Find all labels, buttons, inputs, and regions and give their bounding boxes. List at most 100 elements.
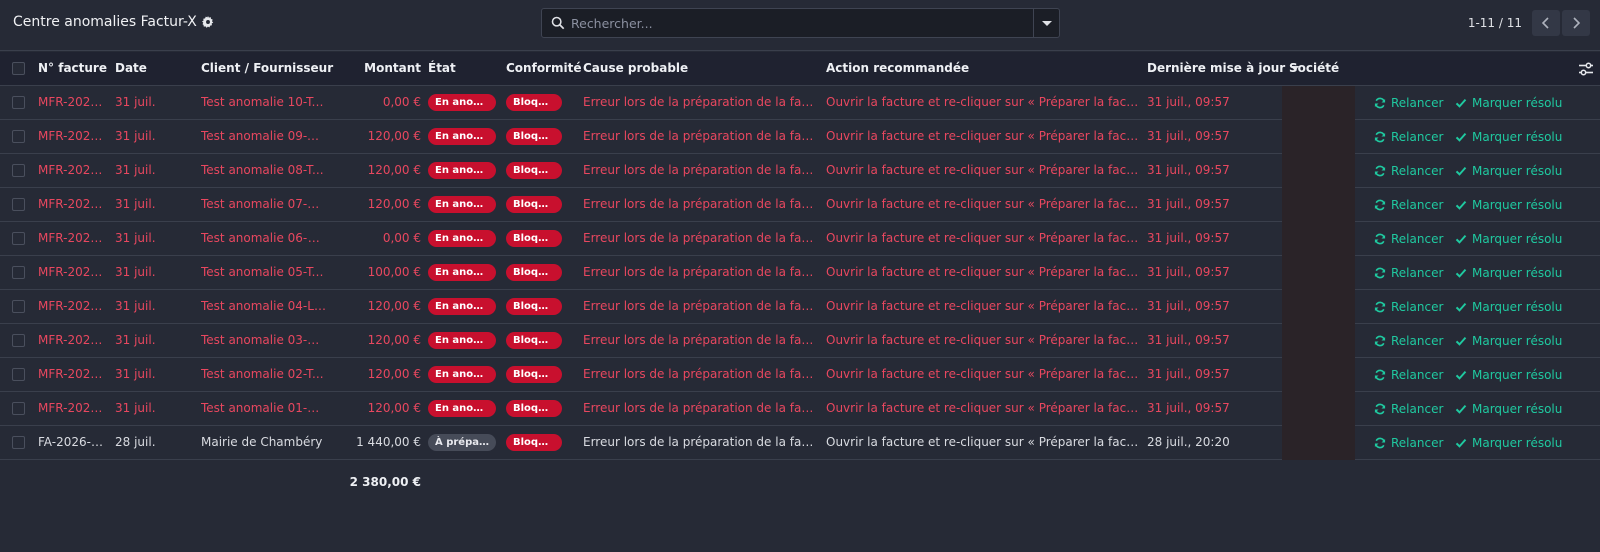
control-panel: Centre anomalies Factur-X 1-11 / 11 <box>0 0 1600 51</box>
column-company[interactable]: Société <box>1289 52 1339 86</box>
column-last-update[interactable]: Dernière mise à jour <box>1147 52 1300 86</box>
relancer-button[interactable]: Relancer <box>1374 256 1443 290</box>
partner-name: Test anomalie 02-T... <box>201 367 324 381</box>
invoice-date: 28 juil. <box>115 435 156 449</box>
mark-resolved-button[interactable]: Marquer résolu <box>1455 154 1562 188</box>
company-cell <box>1282 154 1355 188</box>
caret-down-icon <box>1041 20 1052 26</box>
pager-previous-button[interactable] <box>1532 10 1560 36</box>
relancer-button[interactable]: Relancer <box>1374 188 1443 222</box>
select-all-checkbox[interactable] <box>12 62 25 75</box>
table-row[interactable]: MFR-2026... 31 juil. Test anomalie 05-Ta..… <box>0 256 1600 290</box>
row-checkbox[interactable] <box>12 198 25 211</box>
recommended-action: Ouvrir la facture et re-cliquer sur « Pr… <box>826 299 1140 313</box>
row-checkbox[interactable] <box>12 368 25 381</box>
invoice-number: MFR-2026... <box>38 401 108 415</box>
relancer-label: Relancer <box>1391 299 1444 314</box>
relancer-button[interactable]: Relancer <box>1374 290 1443 324</box>
compliance-badge: Bloquée <box>506 94 562 111</box>
table-row[interactable]: MFR-2026... 31 juil. Test anomalie 08-T...… <box>0 154 1600 188</box>
column-amount[interactable]: Montant <box>340 52 421 86</box>
relancer-button[interactable]: Relancer <box>1374 222 1443 256</box>
invoice-amount: 120,00 € <box>367 197 421 211</box>
partner-name: Test anomalie 03-E... <box>201 333 326 347</box>
state-badge: À préparer <box>428 434 496 451</box>
mark-resolved-button[interactable]: Marquer résolu <box>1455 290 1562 324</box>
gear-icon[interactable] <box>201 16 214 28</box>
table-row[interactable]: MFR-2026... 31 juil. Test anomalie 04-Li..… <box>0 290 1600 324</box>
relancer-button[interactable]: Relancer <box>1374 120 1443 154</box>
column-action[interactable]: Action recommandée <box>826 52 969 86</box>
last-update: 31 juil., 09:57 <box>1147 95 1230 109</box>
relancer-button[interactable]: Relancer <box>1374 324 1443 358</box>
row-checkbox[interactable] <box>12 96 25 109</box>
column-compliance[interactable]: Conformité <box>506 52 581 86</box>
relancer-button[interactable]: Relancer <box>1374 358 1443 392</box>
mark-resolved-button[interactable]: Marquer résolu <box>1455 188 1562 222</box>
row-checkbox[interactable] <box>12 164 25 177</box>
column-cause[interactable]: Cause probable <box>583 52 688 86</box>
table-row[interactable]: MFR-2026... 31 juil. Test anomalie 01-SI..… <box>0 392 1600 426</box>
invoice-amount: 0,00 € <box>382 231 421 245</box>
table-row[interactable]: MFR-2026... 31 juil. Test anomalie 02-T...… <box>0 358 1600 392</box>
mark-resolved-button[interactable]: Marquer résolu <box>1455 120 1562 154</box>
relancer-label: Relancer <box>1391 95 1444 110</box>
mark-resolved-button[interactable]: Marquer résolu <box>1455 426 1562 460</box>
recommended-action: Ouvrir la facture et re-cliquer sur « Pr… <box>826 129 1140 143</box>
invoice-amount: 120,00 € <box>367 129 421 143</box>
search-options-toggle[interactable] <box>1033 9 1059 37</box>
row-checkbox[interactable] <box>12 130 25 143</box>
column-date[interactable]: Date <box>115 52 147 86</box>
refresh-icon <box>1374 199 1386 211</box>
mark-resolved-button[interactable]: Marquer résolu <box>1455 86 1562 120</box>
probable-cause: Erreur lors de la préparation de la fact… <box>583 333 819 347</box>
row-checkbox[interactable] <box>12 436 25 449</box>
relancer-button[interactable]: Relancer <box>1374 392 1443 426</box>
mark-resolved-button[interactable]: Marquer résolu <box>1455 256 1562 290</box>
table-row[interactable]: MFR-2026... 31 juil. Test anomalie 09-A...… <box>0 120 1600 154</box>
mark-resolved-label: Marquer résolu <box>1472 129 1563 144</box>
relancer-button[interactable]: Relancer <box>1374 426 1443 460</box>
refresh-icon <box>1374 437 1386 449</box>
last-update: 31 juil., 09:57 <box>1147 129 1230 143</box>
column-invoice-number[interactable]: N° facture <box>38 52 107 86</box>
search-input[interactable] <box>565 9 1033 37</box>
row-checkbox[interactable] <box>12 402 25 415</box>
row-checkbox[interactable] <box>12 266 25 279</box>
pager-value[interactable]: 1-11 / 11 <box>1468 16 1522 30</box>
search-bar <box>541 8 1060 38</box>
invoice-date: 31 juil. <box>115 95 156 109</box>
check-icon <box>1455 370 1467 380</box>
mark-resolved-button[interactable]: Marquer résolu <box>1455 358 1562 392</box>
company-cell <box>1282 324 1355 358</box>
mark-resolved-label: Marquer résolu <box>1472 367 1563 382</box>
mark-resolved-label: Marquer résolu <box>1472 401 1563 416</box>
row-checkbox[interactable] <box>12 300 25 313</box>
relancer-button[interactable]: Relancer <box>1374 86 1443 120</box>
refresh-icon <box>1374 233 1386 245</box>
company-cell <box>1282 188 1355 222</box>
check-icon <box>1455 438 1467 448</box>
relancer-label: Relancer <box>1391 333 1444 348</box>
table-row[interactable]: MFR-2026... 31 juil. Test anomalie 03-E...… <box>0 324 1600 358</box>
table-row[interactable]: MFR-2026... 31 juil. Test anomalie 10-To..… <box>0 86 1600 120</box>
table-row[interactable]: MFR-2026... 31 juil. Test anomalie 06-Q...… <box>0 222 1600 256</box>
state-badge: En anom... <box>428 264 496 281</box>
table-row[interactable]: FA-2026-0... 28 juil. Mairie de Chambéry 1 … <box>0 426 1600 460</box>
row-checkbox[interactable] <box>12 232 25 245</box>
mark-resolved-button[interactable]: Marquer résolu <box>1455 392 1562 426</box>
invoice-date: 31 juil. <box>115 197 156 211</box>
table-row[interactable]: MFR-2026... 31 juil. Test anomalie 07-SI..… <box>0 188 1600 222</box>
relancer-button[interactable]: Relancer <box>1374 154 1443 188</box>
sliders-icon[interactable] <box>1578 61 1594 77</box>
invoice-amount: 120,00 € <box>367 333 421 347</box>
column-partner[interactable]: Client / Fournisseur <box>201 52 333 86</box>
row-checkbox[interactable] <box>12 334 25 347</box>
mark-resolved-button[interactable]: Marquer résolu <box>1455 222 1562 256</box>
pager-next-button[interactable] <box>1562 10 1590 36</box>
mark-resolved-button[interactable]: Marquer résolu <box>1455 324 1562 358</box>
check-icon <box>1455 98 1467 108</box>
column-state[interactable]: État <box>428 52 456 86</box>
relancer-label: Relancer <box>1391 367 1444 382</box>
refresh-icon <box>1374 165 1386 177</box>
